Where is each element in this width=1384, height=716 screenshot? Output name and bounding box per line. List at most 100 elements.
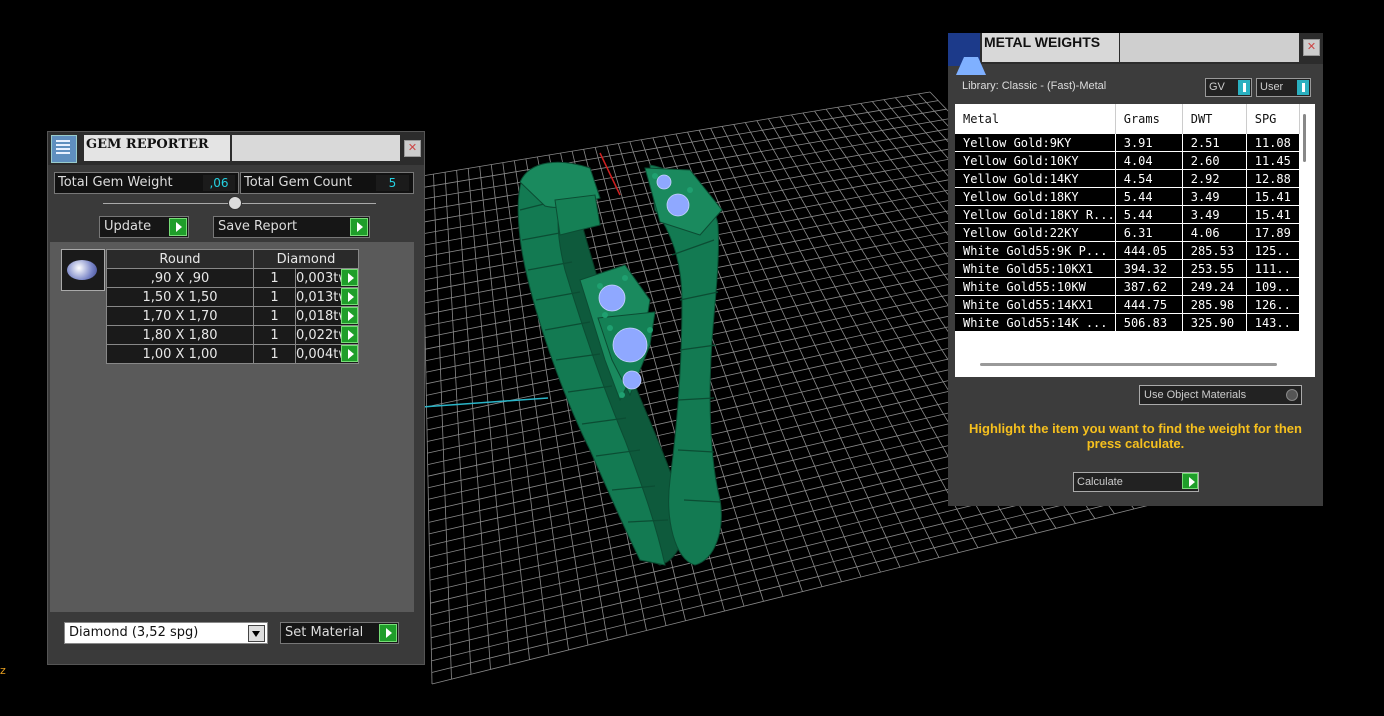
gem-row[interactable]: ,90 X ,90 1 0,003tw (106, 268, 359, 288)
gem-qty: 1 (253, 268, 296, 288)
metal-spg: 15.41 (1246, 205, 1300, 224)
metal-dwt: 285.98 (1182, 295, 1247, 314)
metal-dwt: 3.49 (1182, 187, 1247, 206)
splitter-handle[interactable] (228, 196, 242, 210)
metal-table-container[interactable]: Metal Grams DWT SPG Yellow Gold:9KY 3.91 2… (955, 104, 1315, 377)
save-report-label: Save Report (218, 219, 298, 234)
metal-row[interactable]: Yellow Gold:14KY 4.54 2.92 12.88 (955, 169, 1300, 188)
gem-qty: 1 (253, 287, 296, 307)
set-material-label: Set Material (285, 625, 364, 640)
metal-grams: 6.31 (1115, 223, 1183, 242)
play-arrow-icon[interactable] (341, 307, 358, 324)
metal-name: White Gold55:10KW (955, 277, 1116, 296)
gem-reporter-title: GEM REPORTER (84, 135, 230, 161)
gem-weight: 0,013tw (295, 287, 359, 307)
play-arrow-icon[interactable] (341, 345, 358, 362)
metal-row[interactable]: White Gold55:10KX1 394.32 253.55 111.. (955, 259, 1300, 278)
gv-toggle[interactable]: GV (1205, 78, 1252, 97)
metal-row[interactable]: White Gold55:14K ... 506.83 325.90 143.. (955, 313, 1300, 332)
gem-row[interactable]: 1,80 X 1,80 1 0,022tw (106, 325, 359, 345)
metal-row[interactable]: Yellow Gold:22KY 6.31 4.06 17.89 (955, 223, 1300, 242)
metal-grams: 387.62 (1115, 277, 1183, 296)
set-material-button[interactable]: Set Material (280, 622, 399, 644)
metal-dwt: 2.92 (1182, 169, 1247, 188)
gv-label: GV (1209, 81, 1225, 93)
gem-qty: 1 (253, 306, 296, 326)
play-arrow-icon[interactable] (341, 269, 358, 286)
chevron-down-icon[interactable] (248, 625, 265, 642)
update-button[interactable]: Update (99, 216, 189, 238)
toggle-icon (1238, 80, 1250, 95)
metal-weights-titlebar[interactable]: METAL WEIGHTS ✕ (948, 33, 1323, 75)
gem-size: 1,50 X 1,50 (106, 287, 254, 307)
metal-grams: 394.32 (1115, 259, 1183, 278)
gem-weight: 0,022tw (295, 325, 359, 345)
play-arrow-icon[interactable] (341, 288, 358, 305)
save-report-button[interactable]: Save Report (213, 216, 370, 238)
metal-column-header[interactable]: Metal (955, 104, 1116, 134)
play-arrow-icon (1182, 473, 1198, 489)
titlebar-fill (232, 135, 400, 161)
viewport-axis-label: z (0, 664, 6, 677)
close-button[interactable]: ✕ (1303, 39, 1320, 56)
metal-spg: 17.89 (1246, 223, 1300, 242)
play-arrow-icon (379, 624, 397, 642)
metal-grams: 506.83 (1115, 313, 1183, 332)
metal-grams: 3.91 (1115, 134, 1183, 152)
material-select[interactable]: Diamond (3,52 spg) (64, 622, 268, 644)
metal-row[interactable]: Yellow Gold:18KY R... 5.44 3.49 15.41 (955, 205, 1300, 224)
play-arrow-icon (169, 218, 187, 236)
metal-weights-title: METAL WEIGHTS (982, 33, 1119, 62)
metal-dwt: 2.60 (1182, 151, 1247, 170)
total-gem-count-value: 5 (376, 175, 409, 191)
metal-name: Yellow Gold:14KY (955, 169, 1116, 188)
metal-row[interactable]: Yellow Gold:10KY 4.04 2.60 11.45 (955, 151, 1300, 170)
spg-column-header[interactable]: SPG (1246, 104, 1300, 134)
metal-name: Yellow Gold:22KY (955, 223, 1116, 242)
material-header: Diamond (253, 249, 359, 269)
calculate-button[interactable]: Calculate (1073, 472, 1199, 492)
metal-row[interactable]: White Gold55:14KX1 444.75 285.98 126.. (955, 295, 1300, 314)
gem-row[interactable]: 1,00 X 1,00 1 0,004tw (106, 344, 359, 364)
metal-row[interactable]: Yellow Gold:18KY 5.44 3.49 15.41 (955, 187, 1300, 206)
toggle-icon (1297, 80, 1309, 95)
metal-row[interactable]: Yellow Gold:9KY 3.91 2.51 11.08 (955, 134, 1300, 152)
gem-row[interactable]: 1,50 X 1,50 1 0,013tw (106, 287, 359, 307)
play-arrow-icon[interactable] (341, 326, 358, 343)
metal-table-header: Metal Grams DWT SPG (955, 104, 1300, 134)
material-select-value: Diamond (3,52 spg) (69, 625, 199, 640)
gem-weight: 0,003tw (295, 268, 359, 288)
use-object-materials-label: Use Object Materials (1144, 389, 1247, 401)
metal-row[interactable]: White Gold55:10KW 387.62 249.24 109.. (955, 277, 1300, 296)
metal-weights-window: METAL WEIGHTS ✕ Library: Classic - (Fast… (948, 33, 1323, 506)
user-toggle[interactable]: User (1256, 78, 1311, 97)
metal-grams: 5.44 (1115, 205, 1183, 224)
metal-dwt: 253.55 (1182, 259, 1247, 278)
total-gem-count: Total Gem Count 5 (240, 172, 414, 194)
play-arrow-icon (350, 218, 368, 236)
use-object-materials-toggle[interactable]: Use Object Materials (1139, 385, 1302, 405)
titlebar-fill (1120, 33, 1299, 62)
metal-spg: 11.45 (1246, 151, 1300, 170)
total-gem-weight: Total Gem Weight ,06 (54, 172, 239, 194)
grams-column-header[interactable]: Grams (1115, 104, 1183, 134)
horizontal-scrollbar[interactable] (980, 363, 1277, 366)
grid-line (421, 91, 931, 177)
metal-dwt: 4.06 (1182, 223, 1247, 242)
gem-reporter-window: GEM REPORTER ✕ Total Gem Weight ,06 Tota… (47, 131, 425, 665)
metal-row[interactable]: White Gold55:9K P... 444.05 285.53 125.. (955, 241, 1300, 260)
total-gem-weight-value: ,06 (203, 175, 235, 191)
round-gem-icon (61, 249, 105, 291)
library-label: Library: Classic - (Fast)-Metal (962, 80, 1107, 92)
scale-icon (948, 33, 986, 75)
gem-size: 1,00 X 1,00 (106, 344, 254, 364)
shape-header: Round (106, 249, 254, 269)
gem-reporter-titlebar[interactable]: GEM REPORTER ✕ (48, 132, 424, 165)
metal-name: White Gold55:9K P... (955, 241, 1116, 260)
metal-spg: 126.. (1246, 295, 1300, 314)
close-button[interactable]: ✕ (404, 140, 421, 157)
vertical-scrollbar[interactable] (1303, 114, 1306, 162)
dwt-column-header[interactable]: DWT (1182, 104, 1247, 134)
gem-row[interactable]: 1,70 X 1,70 1 0,018tw (106, 306, 359, 326)
gem-table-header: Round Diamond (106, 249, 359, 269)
